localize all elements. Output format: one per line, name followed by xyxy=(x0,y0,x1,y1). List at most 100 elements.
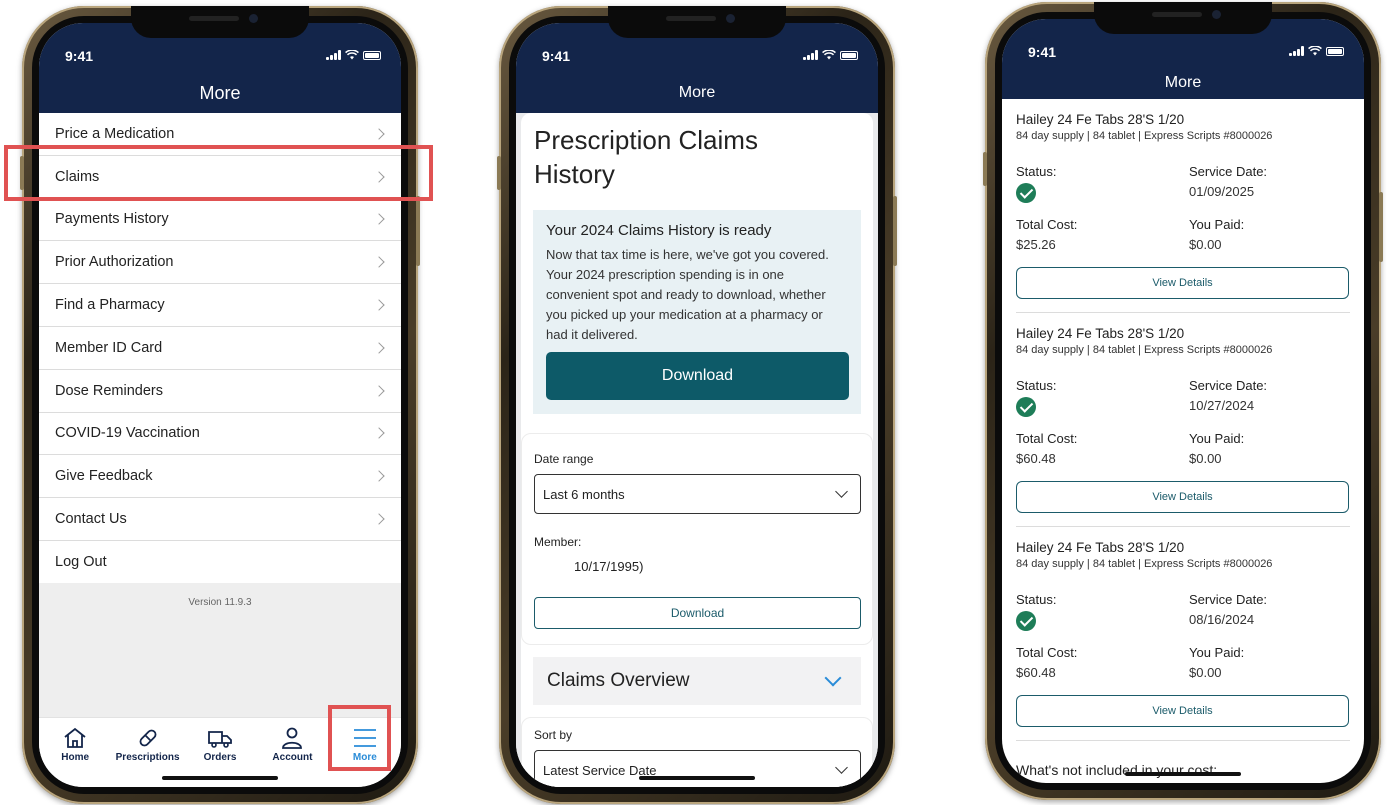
home-icon xyxy=(64,727,86,748)
claim-details: 84 day supply | 84 tablet | Express Scri… xyxy=(1016,130,1273,142)
menu-item-log-out[interactable]: Log Out xyxy=(39,541,401,584)
total-cost-label: Total Cost: xyxy=(1016,431,1078,446)
chevron-right-icon xyxy=(373,385,385,397)
notice-title: Your 2024 Claims History is ready xyxy=(546,222,772,239)
chevron-right-icon xyxy=(373,342,385,354)
menu-item-covid-vaccination[interactable]: COVID-19 Vaccination xyxy=(39,413,401,456)
check-circle-icon xyxy=(1016,397,1036,417)
battery-icon xyxy=(363,50,381,60)
sort-by-select[interactable]: Latest Service Date xyxy=(534,750,861,787)
view-details-button[interactable]: View Details xyxy=(1016,481,1349,513)
member-value: 10/17/1995) xyxy=(574,559,644,574)
screen: 9:41 More Prescription Claims History Yo… xyxy=(516,23,878,787)
menu-item-label: Dose Reminders xyxy=(55,382,163,399)
chevron-right-icon xyxy=(373,213,385,226)
speaker xyxy=(666,16,716,21)
claim-name: Hailey 24 Fe Tabs 28'S 1/20 xyxy=(1016,326,1185,341)
chevron-right-icon xyxy=(373,128,385,140)
claim-item: Hailey 24 Fe Tabs 28'S 1/20 84 day suppl… xyxy=(1016,112,1350,312)
chevron-right-icon xyxy=(373,299,385,311)
notch xyxy=(608,6,786,38)
claim-item: Hailey 24 Fe Tabs 28'S 1/20 84 day suppl… xyxy=(1016,326,1350,526)
service-date-label: Service Date: xyxy=(1189,164,1268,179)
power-button xyxy=(416,196,420,266)
total-cost-label: Total Cost: xyxy=(1016,645,1078,660)
total-cost-value: $60.48 xyxy=(1016,665,1056,680)
chevron-down-icon xyxy=(824,669,842,687)
you-paid-label: You Paid: xyxy=(1189,431,1245,446)
menu-item-label: Prior Authorization xyxy=(55,254,174,271)
service-date-value: 08/16/2024 xyxy=(1189,612,1255,627)
status-icons xyxy=(1289,46,1344,56)
tab-label: Account xyxy=(272,752,313,763)
menu-item-find-pharmacy[interactable]: Find a Pharmacy xyxy=(39,284,401,327)
pill-icon xyxy=(139,729,157,747)
phone-claims-history: 9:41 More Prescription Claims History Yo… xyxy=(497,6,897,804)
status-label: Status: xyxy=(1016,164,1057,179)
menu-item-dose-reminders[interactable]: Dose Reminders xyxy=(39,370,401,413)
home-indicator xyxy=(162,776,278,780)
menu-item-prior-authorization[interactable]: Prior Authorization xyxy=(39,241,401,285)
speaker xyxy=(1152,12,1202,17)
status-time: 9:41 xyxy=(1028,44,1057,60)
volume-button xyxy=(983,152,987,186)
wifi-icon xyxy=(822,50,836,60)
chevron-down-icon xyxy=(835,761,848,774)
camera-icon xyxy=(1212,10,1221,19)
chevron-right-icon xyxy=(373,470,385,482)
tab-label: Home xyxy=(61,752,90,763)
service-date-value: 01/09/2025 xyxy=(1189,184,1255,199)
menu-item-payments-history[interactable]: Payments History xyxy=(39,199,401,242)
home-indicator xyxy=(639,776,755,780)
service-date-value: 10/27/2024 xyxy=(1189,398,1255,413)
notch xyxy=(1094,2,1272,34)
screen: 9:41 More Hailey 24 Fe Tabs 28'S 1/20 84… xyxy=(1002,19,1364,783)
divider xyxy=(1016,312,1350,313)
download-outline-button[interactable]: Download xyxy=(534,597,861,629)
power-button xyxy=(893,196,897,266)
version-area: Version 11.9.3 xyxy=(39,583,401,723)
volume-button xyxy=(497,156,501,190)
member-label: Member: xyxy=(534,535,582,549)
menu-item-member-id-card[interactable]: Member ID Card xyxy=(39,327,401,370)
total-cost-value: $60.48 xyxy=(1016,451,1056,466)
tab-home[interactable]: Home xyxy=(39,718,111,787)
download-button[interactable]: Download xyxy=(546,352,849,400)
you-paid-value: $0.00 xyxy=(1189,237,1222,252)
phone-claims-list: 9:41 More Hailey 24 Fe Tabs 28'S 1/20 84… xyxy=(983,2,1383,800)
date-range-select[interactable]: Last 6 months xyxy=(534,474,861,514)
sort-by-label: Sort by xyxy=(534,728,573,742)
wifi-icon xyxy=(345,50,359,60)
total-cost-label: Total Cost: xyxy=(1016,217,1078,232)
you-paid-label: You Paid: xyxy=(1189,217,1245,232)
screen: 9:41 More Price a Medication Claims Paym… xyxy=(39,23,401,787)
menu-item-give-feedback[interactable]: Give Feedback xyxy=(39,455,401,499)
chevron-down-icon xyxy=(835,485,848,498)
menu-item-label: Find a Pharmacy xyxy=(55,297,165,314)
chevron-right-icon xyxy=(373,427,385,440)
check-circle-icon xyxy=(1016,183,1036,203)
status-label: Status: xyxy=(1016,378,1057,393)
status-icons xyxy=(803,50,858,60)
claim-details: 84 day supply | 84 tablet | Express Scri… xyxy=(1016,558,1273,570)
menu-item-label: COVID-19 Vaccination xyxy=(55,425,200,442)
header-title: More xyxy=(199,83,241,103)
filter-card: Date range Last 6 months Member: 10/17/1… xyxy=(521,433,873,645)
signal-icon xyxy=(803,50,818,60)
status-icons xyxy=(326,50,381,60)
menu-item-label: Give Feedback xyxy=(55,468,153,485)
view-details-button[interactable]: View Details xyxy=(1016,695,1349,727)
claims-overview-accordion[interactable]: Claims Overview xyxy=(533,657,861,705)
signal-icon xyxy=(1289,46,1304,56)
truck-icon xyxy=(208,731,232,748)
menu-item-contact-us[interactable]: Contact Us xyxy=(39,498,401,541)
person-icon xyxy=(282,727,303,749)
view-details-button[interactable]: View Details xyxy=(1016,267,1349,299)
home-indicator xyxy=(1125,772,1241,776)
tab-label: Orders xyxy=(203,752,237,763)
claim-item: Hailey 24 Fe Tabs 28'S 1/20 84 day suppl… xyxy=(1016,540,1350,740)
notice-body: Now that tax time is here, we've got you… xyxy=(546,247,829,342)
speaker xyxy=(189,16,239,21)
app-version: Version 11.9.3 xyxy=(188,597,252,608)
menu-item-label: Log Out xyxy=(55,553,107,570)
